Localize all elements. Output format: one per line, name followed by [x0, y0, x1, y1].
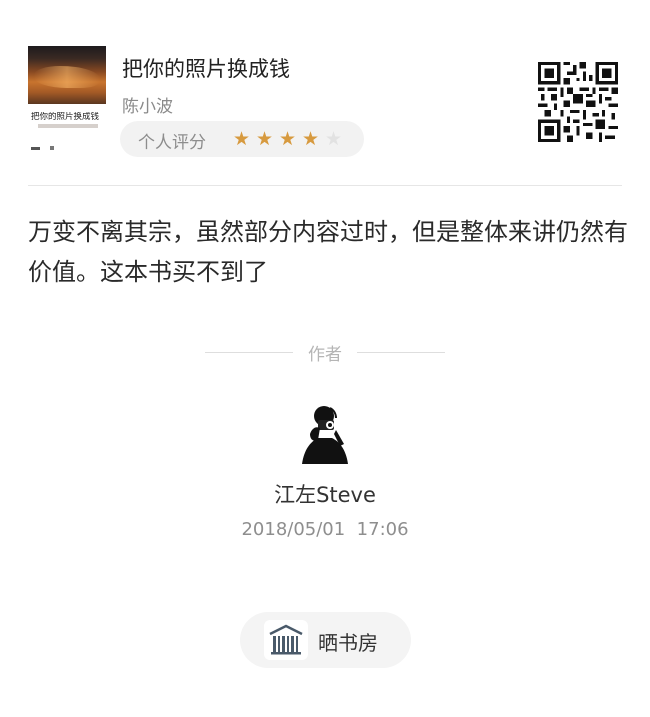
- bookshelf-icon-tile: [264, 620, 308, 660]
- cover-subtitle-line: [38, 124, 98, 128]
- show-bookshelf-button[interactable]: 晒书房: [240, 612, 411, 668]
- show-bookshelf-label: 晒书房: [318, 631, 378, 655]
- review-text: 万变不离其宗，虽然部分内容过时，但是整体来讲仍然有价值。这本书买不到了: [28, 218, 628, 286]
- cover-photo: [28, 46, 106, 104]
- author-name[interactable]: 江左Steve: [0, 479, 650, 509]
- star-filled-icon: ★: [232, 128, 251, 150]
- section-rule-right: [357, 352, 445, 353]
- post-timestamp: 2018/05/01 17:06: [241, 519, 409, 540]
- star-filled-icon: ★: [278, 128, 297, 150]
- qr-code-icon[interactable]: [538, 62, 618, 142]
- photographer-avatar-icon[interactable]: [296, 400, 354, 464]
- bookshelf-icon: [269, 624, 303, 655]
- cover-title: 把你的照片换成钱: [31, 112, 100, 122]
- book-author: 陈小波: [122, 97, 173, 117]
- cover-publisher-mark: [31, 147, 40, 150]
- star-filled-icon: ★: [255, 128, 274, 150]
- star-empty-icon: ★: [324, 128, 343, 150]
- book-title[interactable]: 把你的照片换成钱: [122, 53, 290, 83]
- book-header: 把你的照片换成钱 把你的照片换成钱 陈小波 个人评分 ★ ★ ★ ★ ★: [0, 0, 650, 186]
- rating-stars: ★ ★ ★ ★ ★: [230, 127, 345, 151]
- rating-label: 个人评分: [138, 133, 206, 153]
- personal-rating: 个人评分 ★ ★ ★ ★ ★: [120, 121, 364, 157]
- book-cover[interactable]: 把你的照片换成钱: [28, 46, 106, 156]
- star-filled-icon: ★: [301, 128, 320, 150]
- author-section-label: 作者: [308, 345, 342, 365]
- header-divider: [28, 185, 622, 186]
- cover-author-mark: [50, 146, 54, 150]
